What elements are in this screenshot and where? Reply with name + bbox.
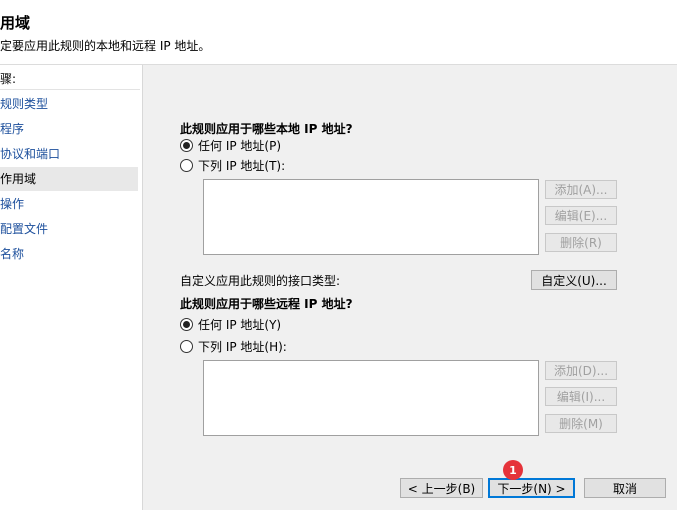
wizard-header: 用域 定要应用此规则的本地和远程 IP 地址。 xyxy=(0,0,677,64)
step-protocol-ports[interactable]: 协议和端口 xyxy=(0,142,138,166)
page-subtitle: 定要应用此规则的本地和远程 IP 地址。 xyxy=(0,39,211,53)
step-name[interactable]: 名称 xyxy=(0,242,138,266)
step-profile[interactable]: 配置文件 xyxy=(0,217,138,241)
interface-type-label: 自定义应用此规则的接口类型: xyxy=(180,274,341,288)
back-button[interactable]: < 上一步(B) xyxy=(400,478,483,498)
steps-divider xyxy=(0,89,140,90)
local-these-ip-radio[interactable]: 下列 IP 地址(T): xyxy=(180,157,285,173)
remote-remove-button[interactable]: 删除(M) xyxy=(545,414,617,433)
steps-heading: 骤: xyxy=(0,72,17,86)
step-action[interactable]: 操作 xyxy=(0,192,138,216)
radio-unchecked-icon[interactable] xyxy=(180,158,193,172)
local-remove-button[interactable]: 删除(R) xyxy=(545,233,617,252)
remote-ip-list[interactable] xyxy=(203,360,539,436)
local-edit-button[interactable]: 编辑(E)... xyxy=(545,206,617,225)
local-these-ip-label: 下列 IP 地址(T): xyxy=(198,158,286,173)
page-title: 用域 xyxy=(0,14,31,32)
remote-any-ip-radio[interactable]: 任何 IP 地址(Y) xyxy=(180,316,281,332)
step-rule-type[interactable]: 规则类型 xyxy=(0,92,138,116)
local-add-button[interactable]: 添加(A)... xyxy=(545,180,617,199)
local-ip-question: 此规则应用于哪些本地 IP 地址? xyxy=(180,122,353,136)
remote-these-ip-radio[interactable]: 下列 IP 地址(H): xyxy=(180,338,287,354)
remote-edit-button[interactable]: 编辑(I)... xyxy=(545,387,617,406)
cancel-button[interactable]: 取消 xyxy=(584,478,666,498)
local-any-ip-label: 任何 IP 地址(P) xyxy=(198,138,282,153)
radio-unchecked-icon[interactable] xyxy=(180,339,193,353)
remote-these-ip-label: 下列 IP 地址(H): xyxy=(198,339,287,354)
customize-interface-button[interactable]: 自定义(U)... xyxy=(531,270,617,290)
remote-add-button[interactable]: 添加(D)... xyxy=(545,361,617,380)
remote-any-ip-label: 任何 IP 地址(Y) xyxy=(198,317,282,332)
step-program[interactable]: 程序 xyxy=(0,117,138,141)
step-number-badge: 1 xyxy=(503,460,523,480)
local-ip-list[interactable] xyxy=(203,179,539,255)
remote-ip-question: 此规则应用于哪些远程 IP 地址? xyxy=(180,297,353,311)
local-any-ip-radio[interactable]: 任何 IP 地址(P) xyxy=(180,137,281,153)
radio-checked-icon[interactable] xyxy=(180,317,193,331)
radio-checked-icon[interactable] xyxy=(180,138,193,152)
next-button[interactable]: 下一步(N) > xyxy=(488,478,575,498)
step-scope[interactable]: 作用域 xyxy=(0,167,138,191)
